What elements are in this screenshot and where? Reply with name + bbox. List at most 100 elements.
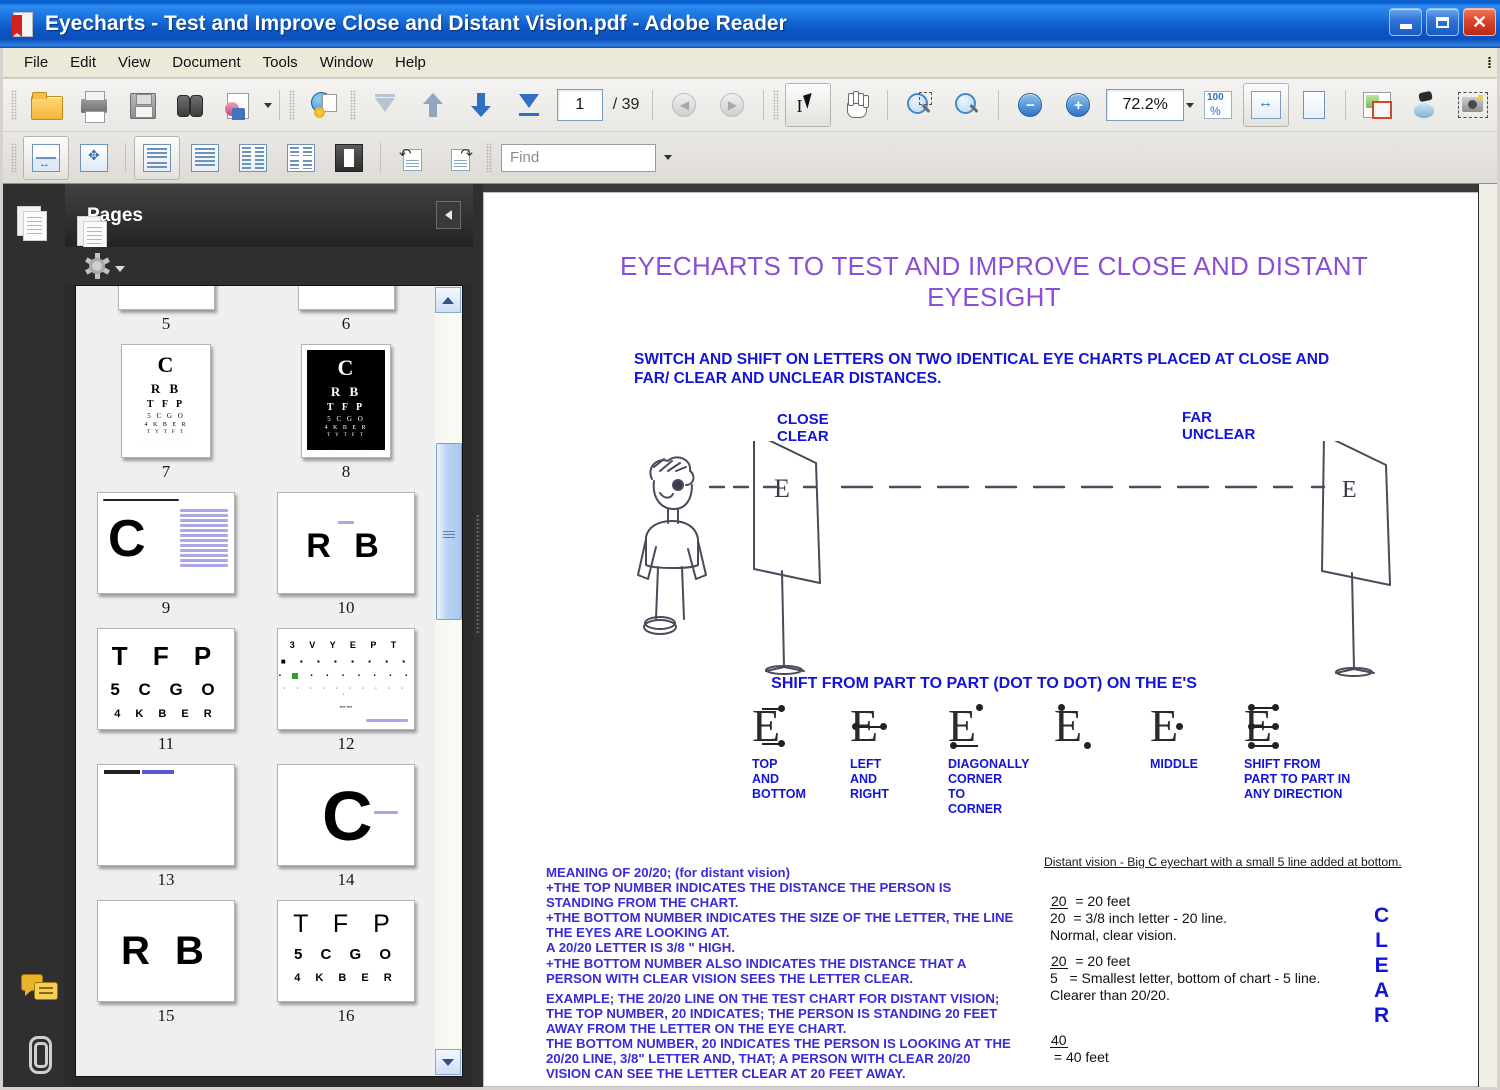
zoom-dropdown-caret[interactable]	[1186, 102, 1194, 108]
options-gear-icon[interactable]	[84, 253, 111, 279]
menu-window[interactable]: Window	[309, 51, 384, 74]
thumbnail-number: 14	[337, 870, 355, 889]
print-button[interactable]	[71, 83, 117, 127]
menu-view[interactable]: View	[107, 51, 161, 74]
thumbnail-item[interactable]: C 9	[81, 492, 251, 628]
last-page-button[interactable]	[506, 83, 552, 127]
snapshot-tool-button[interactable]	[1450, 83, 1496, 127]
fit-width-view-button[interactable]: ↔	[23, 135, 69, 180]
fit-width-button[interactable]	[1243, 83, 1289, 127]
zoom-level-input[interactable]: 72.2%	[1106, 89, 1184, 121]
document-scrollbar[interactable]	[1478, 184, 1497, 1087]
toolbar-area: 1 / 39 ◀ ▶ I − + 72.2% 100 % ↔ ↔ ✥ ↶ ↷ F…	[3, 79, 1497, 184]
zoom-out-button[interactable]: −	[1007, 83, 1053, 127]
thumbnail-item[interactable]: R B 10	[261, 492, 431, 628]
email-dropdown-caret[interactable]	[264, 102, 272, 108]
save-button[interactable]	[119, 83, 165, 127]
fit-page-button[interactable]	[1291, 83, 1337, 127]
panel-splitter[interactable]	[473, 184, 483, 1087]
toolbar-grip[interactable]	[11, 142, 17, 173]
rotate-counterclockwise-button[interactable]: ↶	[389, 136, 435, 180]
zoom-out-label: −	[1018, 93, 1043, 117]
select-tool-button[interactable]: I	[785, 83, 832, 127]
thumbnail-item[interactable]: 3 V Y E P T ■ ▪ ▪ ▪ ▪ ▪ ▪ ▪ ▪ ▪ ▪ ▪ ▪ ▪ …	[261, 628, 431, 764]
first-page-button[interactable]	[362, 83, 408, 127]
continuous-facing-view-button[interactable]	[278, 136, 324, 180]
thumbnails-scroll-thumb[interactable]	[436, 443, 462, 620]
email-document-button[interactable]	[215, 83, 261, 127]
create-pdf-online-button[interactable]	[301, 83, 347, 127]
menu-document[interactable]: Document	[161, 51, 251, 74]
menu-help[interactable]: Help	[384, 51, 437, 74]
comments-panel-icon[interactable]	[21, 974, 58, 1004]
toolbar-grip[interactable]	[350, 90, 356, 120]
menu-file[interactable]: File	[13, 51, 59, 74]
hand-tool-button[interactable]	[833, 83, 879, 127]
menu-tools[interactable]: Tools	[252, 51, 309, 74]
thumb-chart-line-1: C	[157, 352, 175, 377]
document-view: EYECHARTS TO TEST AND IMPROVE CLOSE AND …	[483, 184, 1497, 1087]
pages-panel-icon[interactable]	[17, 206, 49, 242]
close-button[interactable]: ✕	[1463, 8, 1496, 36]
extras-picture-button[interactable]	[1354, 83, 1400, 127]
full-screen-view-button[interactable]	[326, 136, 372, 180]
fit-visible-view-button[interactable]: ✥	[71, 136, 117, 180]
thumbnail-item[interactable]: 13	[81, 764, 251, 900]
continuous-view-button[interactable]	[182, 136, 228, 180]
toolbar-grip[interactable]	[486, 142, 492, 173]
marquee-zoom-button[interactable]	[896, 83, 942, 127]
toolbar-grip[interactable]	[773, 90, 780, 120]
thumbnails-scroll-up-button[interactable]	[435, 287, 461, 313]
menubar-overflow-icon[interactable]: ⁞	[1487, 55, 1492, 72]
find-dropdown-caret[interactable]	[664, 155, 672, 160]
adobe-reader-icon	[10, 11, 36, 37]
find-input[interactable]: Find	[501, 143, 656, 172]
previous-view-button[interactable]: ◀	[661, 83, 707, 127]
menu-edit[interactable]: Edit	[59, 51, 107, 74]
fraction-numerator-text: = 20 feet	[1075, 893, 1131, 909]
thumbnail-item[interactable]: C 14	[261, 764, 431, 900]
pages-panel-toolbar	[65, 247, 473, 285]
thumbnail-item[interactable]: C R B T F P 5 C G O 4 K B E R T Y T F T …	[81, 344, 251, 492]
dynamic-zoom-button[interactable]	[944, 83, 990, 127]
fraction-block-2: 20 = 20 feet 5 = Smallest letter, bottom…	[1050, 953, 1320, 1004]
clear-letter: R	[1374, 1004, 1390, 1027]
next-page-button[interactable]	[458, 83, 504, 127]
single-page-view-button[interactable]	[134, 135, 180, 180]
inkwell-button[interactable]	[1402, 83, 1448, 127]
actual-size-button[interactable]: 100 %	[1195, 83, 1241, 127]
thumbnail-item[interactable]: R B 15	[81, 900, 251, 1036]
search-binoculars-button[interactable]	[167, 83, 213, 127]
toolbar-grip[interactable]	[11, 90, 17, 120]
page-number-input[interactable]: 1	[557, 89, 603, 121]
thumbnail-number: 13	[157, 870, 175, 889]
toolbar-grip[interactable]	[289, 90, 295, 120]
clear-letter: C	[1374, 904, 1390, 927]
facing-view-button[interactable]	[230, 136, 276, 180]
thumbnails-scrollbar[interactable]	[435, 287, 462, 1075]
thumb-line-tfp: T F P	[111, 641, 221, 671]
e-example-diagonal-alt: E	[1054, 703, 1098, 757]
thumbnail-item[interactable]: T F P 5 C G O 4 K B E R 16	[261, 900, 431, 1036]
thumbnail-item[interactable]: 5	[81, 286, 251, 344]
collapse-panel-button[interactable]	[436, 201, 461, 229]
zoom-in-label: +	[1066, 93, 1091, 117]
previous-page-button[interactable]	[410, 83, 456, 127]
options-dropdown-caret[interactable]	[115, 266, 125, 272]
maximize-button[interactable]	[1426, 8, 1459, 36]
attachments-paperclip-icon[interactable]	[25, 1036, 53, 1074]
zoom-in-button[interactable]: +	[1055, 83, 1101, 127]
minimize-button[interactable]	[1389, 8, 1422, 36]
thumbnails-scroll-down-button[interactable]	[435, 1049, 461, 1075]
meaning-text-block: MEANING OF 20/20; (for distant vision) +…	[546, 865, 1014, 986]
open-button[interactable]	[23, 83, 69, 127]
page-thumbnails-list[interactable]: 5 6 C R B T F P 5 C G O 4 K B E R T Y T …	[76, 286, 436, 1076]
thumbnail-item[interactable]: C R B T F P 5 C G O 4 K B E R T Y T F T …	[261, 344, 431, 492]
fraction-denominator: 20	[1050, 910, 1066, 926]
rotate-clockwise-button[interactable]: ↷	[437, 136, 483, 180]
fraction-numerator: 20	[1050, 953, 1068, 969]
thumbnail-item[interactable]: T F P 5 C G O 4 K B E R 11	[81, 628, 251, 764]
next-view-button[interactable]: ▶	[709, 83, 755, 127]
thumbnail-item[interactable]: 6	[261, 286, 431, 344]
menu-bar: File Edit View Document Tools Window Hel…	[3, 48, 1497, 78]
